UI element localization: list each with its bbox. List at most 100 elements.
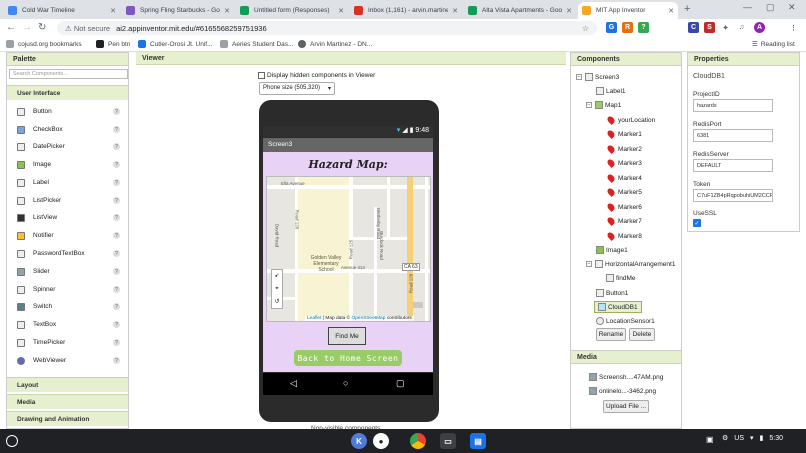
palette-item-listview[interactable]: ListView? xyxy=(7,209,128,226)
map1[interactable]: Ella Avenue Road 120 David Road Road 125… xyxy=(266,176,431,322)
nav-recents-icon[interactable]: ▢ xyxy=(396,378,405,389)
palette-item-slider[interactable]: Slider? xyxy=(7,263,128,280)
nav-back-icon[interactable]: ◁ xyxy=(290,378,297,389)
close-tab-icon[interactable]: ✕ xyxy=(566,7,572,15)
avatar[interactable]: A xyxy=(754,22,765,33)
nav-home-icon[interactable]: ○ xyxy=(343,378,348,388)
help-icon[interactable]: ? xyxy=(113,339,120,346)
bookmark-item[interactable]: cojusd.org bookmarks xyxy=(6,40,82,48)
bookmark-item[interactable]: Aeries Student Das... xyxy=(220,40,293,48)
help-icon[interactable]: ? xyxy=(113,179,120,186)
help-icon[interactable]: ? xyxy=(113,214,120,221)
help-icon[interactable]: ? xyxy=(113,161,120,168)
tree-node-findme[interactable]: findMe xyxy=(606,274,636,282)
screenshot-app-icon[interactable]: ▭ xyxy=(440,433,456,449)
palette-item-passwordtextbox[interactable]: PasswordTextBox? xyxy=(7,245,128,262)
not-secure-indicator[interactable]: ⚠ Not secure xyxy=(65,24,110,33)
browser-tab[interactable]: Untitled form (Responses) ✕ xyxy=(236,2,348,19)
launcher-icon[interactable] xyxy=(6,435,18,447)
tree-node-label1[interactable]: Label1 xyxy=(596,87,626,95)
tree-node-screen3[interactable]: − Screen3 xyxy=(576,73,619,81)
extension-icon[interactable]: G xyxy=(606,22,617,33)
project-id-field[interactable]: hazards xyxy=(693,99,773,112)
help-icon[interactable]: ? xyxy=(113,268,120,275)
find-me-button[interactable]: Find Me xyxy=(328,327,366,345)
tree-node-clouddb1[interactable]: CloudDB1 xyxy=(594,301,642,313)
chrome-app-icon[interactable] xyxy=(410,433,426,449)
palette-item-image[interactable]: Image? xyxy=(7,156,128,173)
tree-node-marker6[interactable]: Marker6 xyxy=(606,202,642,212)
media-file[interactable]: onlinelo...-3462.png xyxy=(589,387,656,395)
help-icon[interactable]: ? xyxy=(113,232,120,239)
new-tab-icon[interactable]: + xyxy=(684,3,690,15)
browser-tab[interactable]: Alta Vista Apartments - Goo ✕ xyxy=(464,2,576,19)
phone-size-select[interactable]: Phone size (505,320) ▾ xyxy=(259,82,335,95)
label1-hazard-map[interactable]: Hazard Map: xyxy=(263,158,433,171)
close-tab-icon[interactable]: ✕ xyxy=(110,7,116,15)
osm-link[interactable]: OpenStreetMap xyxy=(352,316,386,321)
tote-icon[interactable]: ▣ xyxy=(706,435,714,444)
bookmark-star-icon[interactable]: ☆ xyxy=(582,24,589,33)
checkbox-box[interactable] xyxy=(258,72,265,79)
help-icon[interactable]: ? xyxy=(113,126,120,133)
close-window-icon[interactable]: ✕ xyxy=(788,2,796,13)
redis-port-field[interactable]: 6381 xyxy=(693,129,773,142)
delete-button[interactable]: Delete xyxy=(629,328,655,341)
palette-item-switch[interactable]: Switch? xyxy=(7,298,128,315)
minimize-icon[interactable]: — xyxy=(743,2,752,12)
reset-icon[interactable]: ↺ xyxy=(272,296,282,309)
files-app-icon[interactable]: ▤ xyxy=(470,433,486,449)
redis-server-field[interactable]: DEFAULT xyxy=(693,159,773,172)
palette-item-checkbox[interactable]: CheckBox? xyxy=(7,121,128,138)
tree-node-locationsensor1[interactable]: LocationSensor1 xyxy=(596,317,655,325)
token-field[interactable]: C7uF1ZB4pRqpobuhiUM2CCRt xyxy=(693,189,773,202)
close-tab-icon[interactable]: ✕ xyxy=(452,7,458,15)
tree-node-marker1[interactable]: Marker1 xyxy=(606,129,642,139)
back-icon[interactable]: ← xyxy=(6,22,16,33)
help-icon[interactable]: ? xyxy=(113,321,120,328)
bookmark-item[interactable]: Cutler-Orosi Jt. Unif... xyxy=(138,40,212,48)
help-icon[interactable]: ? xyxy=(113,250,120,257)
palette-item-textbox[interactable]: TextBox? xyxy=(7,316,128,333)
collapse-icon[interactable]: − xyxy=(586,102,592,108)
browser-tab-active[interactable]: MIT App Inventor ✕ xyxy=(578,2,678,19)
collapse-icon[interactable]: − xyxy=(586,261,592,267)
back-home-button[interactable]: Back to Home Screen xyxy=(294,350,402,366)
address-bar[interactable]: ⚠ Not secure ai2.appinventor.mit.edu/#61… xyxy=(57,21,597,35)
browser-menu-icon[interactable]: ⋮ xyxy=(788,22,799,33)
forward-icon[interactable]: → xyxy=(22,22,32,33)
bookmark-item[interactable]: Arvin Martinez - DN... xyxy=(298,40,372,48)
tree-node-marker3[interactable]: Marker3 xyxy=(606,158,642,168)
tree-node-image1[interactable]: Image1 xyxy=(596,246,628,254)
category-drawing-animation[interactable]: Drawing and Animation xyxy=(7,411,128,426)
category-layout[interactable]: Layout xyxy=(7,377,128,392)
close-tab-icon[interactable]: ✕ xyxy=(338,7,344,15)
tree-node-marker5[interactable]: Marker5 xyxy=(606,187,642,197)
media-file[interactable]: Screensh....47AM.png xyxy=(589,373,663,381)
extension-icon[interactable]: R xyxy=(622,22,633,33)
media-icon[interactable]: ♫ xyxy=(736,22,747,33)
palette-search-input[interactable]: Search Components... xyxy=(9,69,128,79)
extension-icon[interactable]: ? xyxy=(638,22,649,33)
close-tab-icon[interactable]: ✕ xyxy=(668,7,674,15)
palette-item-label[interactable]: Label? xyxy=(7,174,128,191)
kami-app-icon[interactable]: K xyxy=(351,433,367,449)
help-icon[interactable]: ? xyxy=(113,357,120,364)
tree-node-marker2[interactable]: Marker2 xyxy=(606,144,642,154)
help-icon[interactable]: ? xyxy=(113,303,120,310)
camera-app-icon[interactable]: ● xyxy=(373,433,389,449)
palette-item-datepicker[interactable]: DatePicker? xyxy=(7,138,128,155)
collapse-icon[interactable]: − xyxy=(576,74,582,80)
help-icon[interactable]: ? xyxy=(113,286,120,293)
palette-item-webviewer[interactable]: WebViewer? xyxy=(7,352,128,369)
tree-node-map1[interactable]: − Map1 xyxy=(586,101,621,109)
tree-node-horizontalarrangement1[interactable]: − HorizontalArrangement1 xyxy=(586,260,675,268)
upload-file-button[interactable]: Upload File ... xyxy=(603,400,649,413)
display-hidden-checkbox[interactable]: Display hidden components in Viewer xyxy=(258,72,375,79)
palette-item-listpicker[interactable]: ListPicker? xyxy=(7,192,128,209)
category-media[interactable]: Media xyxy=(7,394,128,409)
extensions-puzzle-icon[interactable]: ✦ xyxy=(720,22,731,33)
bookmark-item[interactable]: Pen btn xyxy=(96,40,130,48)
system-tray[interactable]: ⚙ US ▾ ▮ 5:30 xyxy=(722,434,783,443)
browser-tab[interactable]: Cold War Timeline ✕ xyxy=(4,2,120,19)
